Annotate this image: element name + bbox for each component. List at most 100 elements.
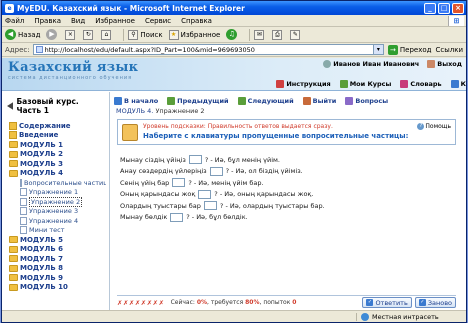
search-label: Поиск: [140, 30, 163, 39]
favorites-button[interactable]: ★ Избранное: [168, 29, 220, 40]
top-nav-instructions[interactable]: Инструкция: [276, 79, 331, 88]
nav-label: Выйти: [312, 96, 337, 105]
folder-icon: [9, 160, 18, 168]
page-icon: [20, 226, 27, 235]
exercise: Мынау сіздің үйіңіз ? - Иә, бұл менің үй…: [120, 154, 464, 223]
home-button[interactable]: ⌂: [101, 29, 113, 40]
sidebar-item-module[interactable]: МОДУЛЬ 1: [5, 140, 106, 150]
menu-bar: Файл Правка Вид Избранное Сервис Справка…: [2, 15, 466, 27]
sidebar-subitem-label: Вопросительные частицы: [24, 178, 106, 187]
exit-icon: [302, 96, 311, 105]
menu-favorites[interactable]: Избранное: [95, 17, 135, 25]
nav-previous[interactable]: Предыдущий: [167, 96, 229, 105]
course-title[interactable]: Базовый курс. Часть 1: [7, 97, 106, 115]
nav-label: Вопросы: [355, 96, 389, 105]
restart-button[interactable]: ✓ Заново: [414, 297, 456, 308]
links-label[interactable]: Ссылки: [435, 46, 463, 54]
sidebar-item-module[interactable]: МОДУЛЬ 3: [5, 159, 106, 169]
sidebar-item-module[interactable]: МОДУЛЬ 2: [5, 150, 106, 160]
answer-input[interactable]: [188, 155, 202, 165]
exercise-text-before: Олардың туыстары бар: [120, 201, 201, 210]
sidebar-item-module[interactable]: МОДУЛЬ 5: [5, 235, 106, 245]
address-dropdown[interactable]: ▾: [373, 44, 384, 55]
edit-button[interactable]: ✎: [290, 29, 302, 40]
sidebar-item-introduction[interactable]: Введение: [5, 131, 106, 141]
menu-tools[interactable]: Сервис: [145, 17, 171, 25]
exercise-line: Анау сөздердің үйлеріңіз ? - Иә, ол бізд…: [120, 166, 464, 178]
teacher-icon: [122, 124, 138, 141]
sidebar-item-module[interactable]: МОДУЛЬ 8: [5, 264, 106, 274]
folder-icon: [9, 150, 18, 158]
windows-logo-icon: ⊞: [448, 15, 464, 26]
breadcrumb-module[interactable]: МОДУЛЬ 4.: [116, 107, 153, 115]
menu-help[interactable]: Справка: [181, 17, 212, 25]
status-now: 0%: [196, 299, 208, 306]
sidebar-subitem[interactable]: Мини тест: [5, 226, 106, 236]
menu-edit[interactable]: Правка: [34, 17, 61, 25]
sidebar-item-label: МОДУЛЬ 7: [20, 254, 64, 263]
sidebar-subitem[interactable]: Упражнение 4: [5, 216, 106, 226]
answer-button[interactable]: ✓ Ответить: [362, 297, 412, 308]
maximize-button[interactable]: □: [438, 2, 450, 14]
sidebar-item-contents[interactable]: Содержание: [5, 121, 106, 131]
sidebar-subitem[interactable]: Упражнение 1: [5, 188, 106, 198]
sidebar-subitem-label: Упражнение 2: [29, 197, 83, 207]
home-icon: ⌂: [101, 29, 112, 40]
go-button[interactable]: → Переход: [387, 44, 431, 55]
nav-next[interactable]: Следующий: [237, 96, 294, 105]
answer-input[interactable]: [203, 201, 217, 211]
intranet-icon: [361, 312, 369, 321]
media-button[interactable]: ♫: [226, 29, 239, 40]
page-icon: [20, 178, 22, 187]
toolbar-separator: [123, 28, 125, 41]
sidebar-item-label: МОДУЛЬ 3: [20, 159, 64, 168]
top-nav-my-courses[interactable]: Мои Курсы: [339, 79, 391, 88]
menu-file[interactable]: Файл: [5, 17, 24, 25]
site-logo-subtitle: система дистанционного обучения: [8, 75, 133, 81]
sidebar-item-module[interactable]: МОДУЛЬ 6: [5, 245, 106, 255]
top-nav-more[interactable]: К: [450, 79, 466, 88]
answer-input[interactable]: [170, 212, 184, 222]
site-logo[interactable]: Казахский язык: [8, 60, 138, 75]
sidebar-item-module[interactable]: МОДУЛЬ 7: [5, 254, 106, 264]
more-icon: [450, 79, 459, 88]
exit-label: Выход: [437, 60, 462, 68]
page-icon: [20, 207, 27, 216]
sidebar-subitem-selected[interactable]: Упражнение 2: [5, 197, 106, 207]
task-box: Уровень подсказки: Правильность ответов …: [117, 119, 456, 145]
nav-questions[interactable]: Вопросы: [345, 96, 389, 105]
stop-icon: ×: [65, 29, 76, 40]
answer-input[interactable]: [209, 166, 223, 176]
sidebar-item-module[interactable]: МОДУЛЬ 9: [5, 273, 106, 283]
lesson-nav: В начало Предыдущий Следующий Выйти Вопр…: [114, 95, 464, 106]
title-bar: e MyEDU. Казахский язык - Microsoft Inte…: [2, 1, 466, 15]
sidebar-item-module[interactable]: МОДУЛЬ 10: [5, 283, 106, 293]
courses-icon: [339, 79, 348, 88]
sidebar-item-label: Введение: [19, 131, 59, 140]
minimize-button[interactable]: _: [424, 2, 436, 14]
search-button[interactable]: ⚲ Поиск: [128, 29, 163, 40]
sidebar-subitem[interactable]: Вопросительные частицы: [5, 178, 106, 188]
top-nav-dictionary[interactable]: Словарь: [400, 79, 442, 88]
exit-link[interactable]: Выход: [427, 60, 462, 68]
sidebar-subitem[interactable]: Упражнение 3: [5, 207, 106, 217]
address-input[interactable]: http://localhost/edu/default.aspx?ID_Par…: [32, 44, 374, 55]
search-icon: ⚲: [128, 29, 139, 40]
restart-button-label: Заново: [427, 298, 452, 307]
nav-exit[interactable]: Выйти: [302, 96, 337, 105]
exercise-text-after: ? - Иә, оның қарындасы жоқ.: [214, 190, 314, 199]
print-button[interactable]: ⎙: [272, 29, 284, 40]
sidebar-item-module-open[interactable]: МОДУЛЬ 4: [5, 169, 106, 179]
close-button[interactable]: ×: [452, 2, 464, 14]
mail-button[interactable]: ✉: [254, 29, 266, 40]
stop-button[interactable]: ×: [65, 29, 77, 40]
nav-start[interactable]: В начало: [114, 96, 158, 105]
help-link[interactable]: ? Помощь: [417, 123, 451, 130]
menu-view[interactable]: Вид: [71, 17, 85, 25]
sidebar-item-label: МОДУЛЬ 10: [20, 283, 68, 292]
forward-button[interactable]: ▶: [46, 29, 59, 40]
answer-input[interactable]: [172, 178, 186, 188]
back-button[interactable]: ◀ Назад: [5, 29, 40, 40]
answer-input[interactable]: [198, 189, 212, 199]
refresh-button[interactable]: ↻: [83, 29, 95, 40]
